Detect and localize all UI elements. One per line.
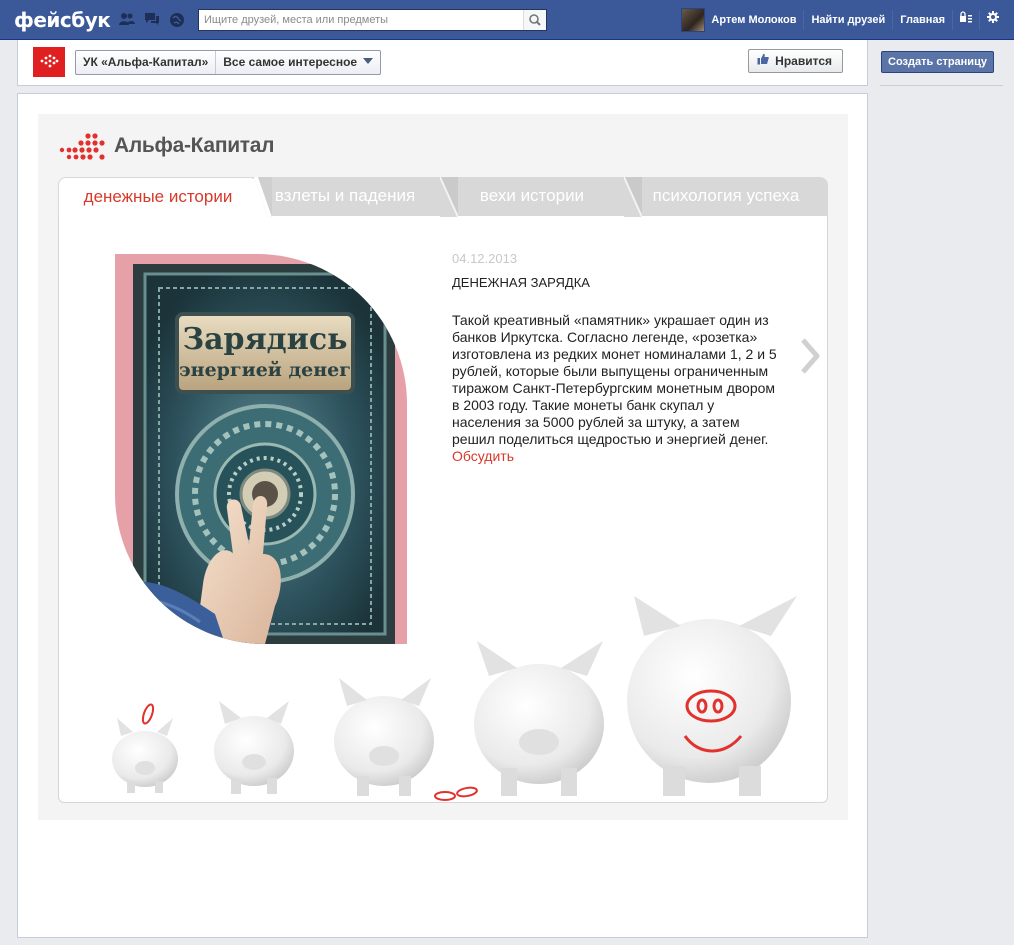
photo-caption-line1: Зарядись — [182, 322, 347, 357]
brand-dots-logo — [59, 133, 105, 160]
breadcrumb-page-name[interactable]: УК «Альфа-Капитал» — [76, 51, 215, 74]
chevron-down-icon — [363, 58, 374, 64]
section-selector-dropdown[interactable]: Все самое интересное — [215, 51, 380, 74]
search-button[interactable] — [523, 10, 546, 30]
tab-history-milestones[interactable]: вехи истории — [440, 177, 624, 217]
page-profile-picture[interactable] — [33, 47, 65, 77]
search-box — [198, 9, 547, 31]
notifications-icon[interactable] — [169, 12, 185, 27]
piggy-bank — [112, 718, 178, 793]
search-input[interactable] — [199, 10, 524, 30]
tab-money-stories[interactable]: денежные истории — [58, 177, 258, 217]
tab-ups-and-downs[interactable]: взлеты и падения — [250, 177, 440, 217]
post-body: Такой креативный «памятник» украшает оди… — [452, 312, 782, 465]
search-icon — [529, 14, 541, 26]
facebook-logo[interactable]: фейсбук — [14, 8, 111, 32]
like-thumb-icon — [757, 53, 772, 68]
page-header: УК «Альфа-Капитал» Все самое интересное … — [17, 40, 868, 86]
like-button-label: Нравится — [775, 54, 832, 68]
page-tab-app: Альфа-Капитал денежные истории взлеты и … — [17, 93, 868, 938]
piggy-bank — [474, 641, 604, 796]
settings-icon[interactable] — [980, 0, 1006, 40]
post-date: 04.12.2013 — [452, 251, 518, 266]
post-title: ДЕНЕЖНАЯ ЗАРЯДКА — [452, 275, 590, 290]
top-nav-right: Артем Молоков Найти друзей Главная — [681, 0, 1014, 40]
friend-requests-icon[interactable] — [119, 12, 135, 26]
home-link[interactable]: Главная — [893, 0, 952, 40]
find-friends-link[interactable]: Найти друзей — [804, 0, 892, 40]
piggy-bank — [214, 701, 294, 794]
tab-psychology-of-success[interactable]: психология успеха — [624, 177, 828, 217]
like-button[interactable]: Нравится — [747, 49, 843, 73]
post-text: Такой креативный «памятник» украшает оди… — [452, 312, 777, 447]
photo-caption-line2: энергией денег — [179, 359, 351, 381]
profile-link[interactable]: Артем Молоков — [711, 0, 803, 40]
piggy-bank — [334, 678, 434, 796]
story-photo[interactable]: Зарядись энергией денег — [115, 254, 407, 644]
brand-header: Альфа-Капитал — [58, 131, 275, 161]
brand-name: Альфа-Капитал — [114, 134, 275, 157]
piggy-bank-smiling — [627, 596, 797, 796]
section-selector-label: Все самое интересное — [223, 55, 358, 69]
piggy-banks-illustration — [112, 596, 797, 801]
tab-separator — [440, 177, 458, 217]
tab-bar: денежные истории взлеты и падения вехи и… — [58, 177, 828, 217]
tab-separator — [624, 177, 642, 217]
privacy-icon[interactable] — [953, 0, 979, 40]
sidebar-divider — [880, 85, 1003, 86]
top-navigation-bar: фейсбук Артем Молоков Найти друзей Главн… — [0, 0, 1014, 40]
avatar[interactable] — [681, 8, 706, 32]
next-arrow-icon[interactable] — [797, 336, 823, 376]
story-card: Зарядись энергией денег 04.12.2013 ДЕНЕЖ… — [58, 216, 828, 803]
messages-icon[interactable] — [144, 12, 160, 26]
tab-separator — [254, 177, 272, 217]
breadcrumb: УК «Альфа-Капитал» Все самое интересное — [75, 50, 382, 75]
discuss-link[interactable]: Обсудить — [452, 448, 514, 464]
create-page-button[interactable]: Создать страницу — [881, 51, 994, 73]
